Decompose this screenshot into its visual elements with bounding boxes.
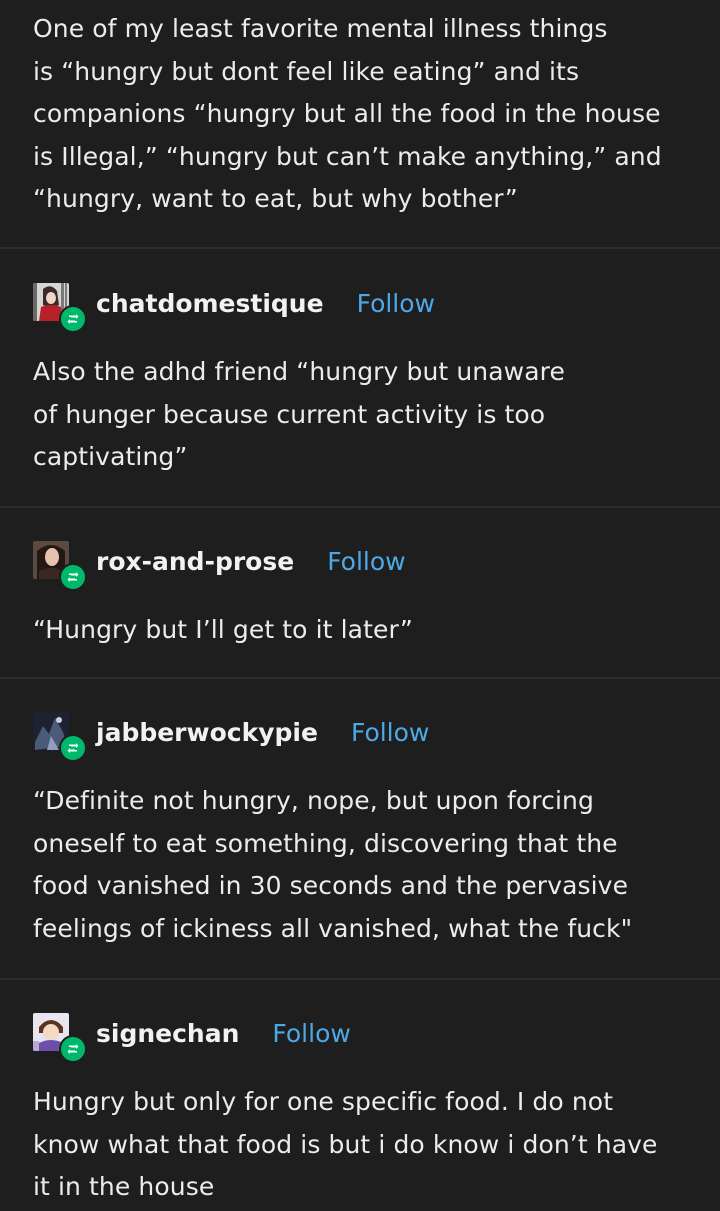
reblog-icon — [59, 563, 87, 591]
reblog-header-chatdomestique: chatdomestique Follow — [33, 280, 435, 333]
username[interactable]: chatdomestique — [96, 289, 324, 318]
avatar-wrap[interactable] — [33, 1013, 87, 1063]
follow-button[interactable]: Follow — [327, 547, 405, 576]
avatar-wrap[interactable] — [33, 283, 87, 333]
reblog-header-signechan: signechan Follow — [33, 1010, 351, 1063]
follow-button[interactable]: Follow — [272, 1019, 350, 1048]
reblog-thread: One of my least favorite mental illness … — [0, 0, 720, 1211]
username[interactable]: signechan — [96, 1019, 239, 1048]
username[interactable]: rox-and-prose — [96, 547, 294, 576]
follow-button[interactable]: Follow — [351, 718, 429, 747]
reblog-header-rox-and-prose: rox-and-prose Follow — [33, 538, 406, 591]
reblog-text: Also the adhd friend “hungry but unaware… — [33, 357, 565, 471]
divider — [0, 506, 720, 508]
reblog-text: Hungry but only for one specific food. I… — [33, 1087, 658, 1201]
reblog-header-jabberwockypie: jabberwockypie Follow — [33, 709, 429, 762]
reblog-text: “Definite not hungry, nope, but upon for… — [33, 786, 633, 943]
username[interactable]: jabberwockypie — [96, 718, 318, 747]
divider — [0, 247, 720, 249]
avatar-wrap[interactable] — [33, 712, 87, 762]
divider — [0, 677, 720, 679]
divider — [0, 978, 720, 980]
reblog-icon — [59, 734, 87, 762]
reblog-text: “Hungry but I’ll get to it later” — [33, 615, 413, 644]
reblog-icon — [59, 305, 87, 333]
avatar-wrap[interactable] — [33, 541, 87, 591]
follow-button[interactable]: Follow — [357, 289, 435, 318]
reblog-icon — [59, 1035, 87, 1063]
original-post-text: One of my least favorite mental illness … — [33, 14, 662, 213]
